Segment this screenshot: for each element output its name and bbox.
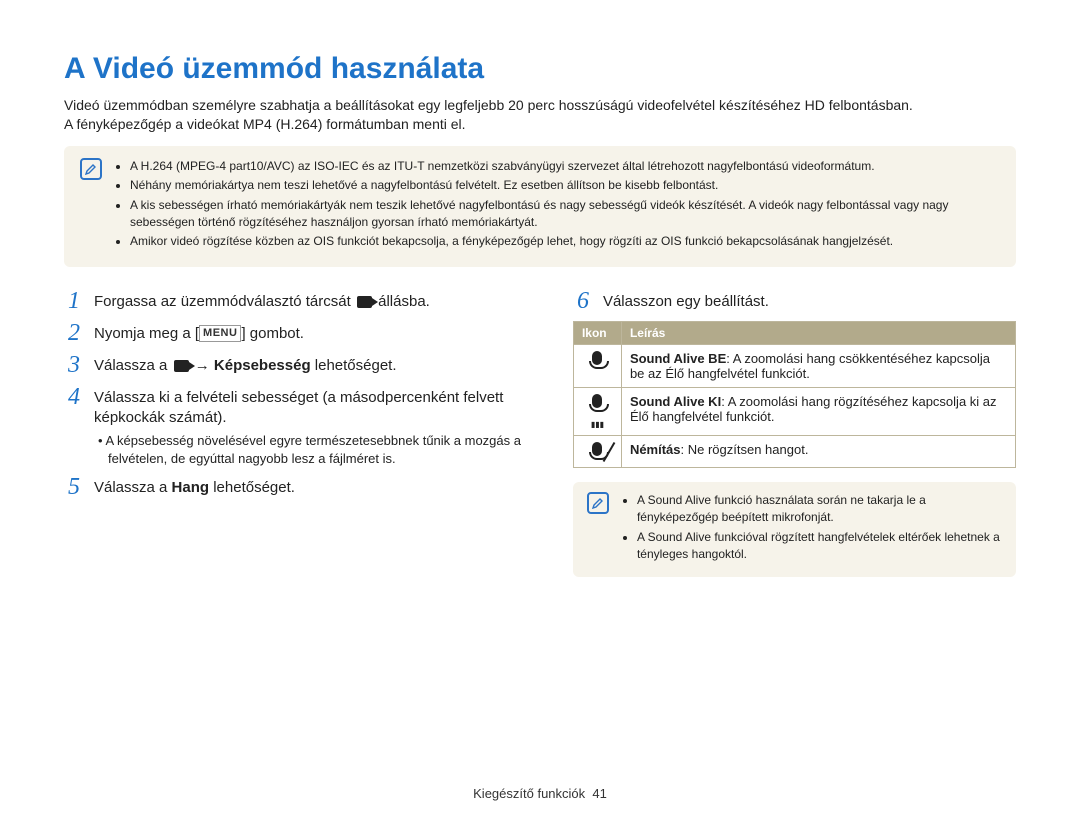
right-column: 6 Válasszon egy beállítást. Ikon Leírás … <box>573 289 1016 578</box>
intro-line1: Videó üzemmódban személyre szabhatja a b… <box>64 97 913 113</box>
pencil-note-icon <box>80 158 102 180</box>
menu-button-label: MENU <box>199 325 241 342</box>
content-columns: 1 Forgassa az üzemmódválasztó tárcsát ál… <box>64 289 1016 578</box>
table-row: Némítás: Ne rögzítsen hangot. <box>573 435 1015 467</box>
step-number: 5 <box>64 475 84 499</box>
pencil-note-icon <box>587 492 609 514</box>
page-footer: Kiegészítő funkciók 41 <box>0 786 1080 801</box>
table-row: Sound Alive BE: A zoomolási hang csökken… <box>573 344 1015 387</box>
note-item: Néhány memóriakártya nem teszi lehetővé … <box>130 177 1000 194</box>
note-item: A H.264 (MPEG-4 part10/AVC) az ISO-IEC é… <box>130 158 1000 175</box>
step-text: Nyomja meg a [MENU] gombot. <box>94 321 304 345</box>
table-row: ▮▮▮ Sound Alive KI: A zoomolási hang rög… <box>573 387 1015 435</box>
table-head-desc: Leírás <box>621 321 1015 344</box>
note-box: A H.264 (MPEG-4 part10/AVC) az ISO-IEC é… <box>64 146 1016 267</box>
note-list-small: A Sound Alive funkció használata során n… <box>619 492 1002 566</box>
footer-page-number: 41 <box>592 786 606 801</box>
page-title: A Videó üzemmód használata <box>64 52 1016 86</box>
step-5: 5 Válassza a Hang lehetőséget. <box>64 475 537 499</box>
step-3: 3 Válassza a → Képsebesség lehetőséget. <box>64 353 537 377</box>
intro-line2: A fényképezőgép a videókat MP4 (H.264) f… <box>64 116 466 132</box>
settings-table: Ikon Leírás Sound Alive BE: A zoomolási … <box>573 321 1016 468</box>
mic-mute-icon <box>573 435 621 467</box>
page: A Videó üzemmód használata Videó üzemmód… <box>0 0 1080 597</box>
table-head-icon: Ikon <box>573 321 621 344</box>
video-mode-icon <box>357 296 372 308</box>
mic-on-icon <box>573 344 621 387</box>
mic-alt-icon: ▮▮▮ <box>573 387 621 435</box>
step-6: 6 Válasszon egy beállítást. <box>573 289 1016 313</box>
step-4: 4 Válassza ki a felvételi sebességet (a … <box>64 385 537 468</box>
step-text: Válasszon egy beállítást. <box>603 289 769 313</box>
note-box-small: A Sound Alive funkció használata során n… <box>573 482 1016 578</box>
step-text: Válassza a Hang lehetőséget. <box>94 475 295 499</box>
step-text: Válassza a → Képsebesség lehetőséget. <box>94 353 397 377</box>
intro-paragraph: Videó üzemmódban személyre szabhatja a b… <box>64 96 1016 134</box>
video-mode-icon <box>174 360 189 372</box>
step-1: 1 Forgassa az üzemmódválasztó tárcsát ál… <box>64 289 537 313</box>
step-text: Válassza ki a felvételi sebességet (a má… <box>94 385 537 468</box>
note-item: Amikor videó rögzítése közben az OIS fun… <box>130 233 1000 250</box>
step-number: 4 <box>64 385 84 468</box>
step-number: 3 <box>64 353 84 377</box>
step-number: 2 <box>64 321 84 345</box>
left-column: 1 Forgassa az üzemmódválasztó tárcsát ál… <box>64 289 537 578</box>
step-number: 1 <box>64 289 84 313</box>
step-subtext: • A képsebesség növelésével egyre termés… <box>94 432 537 467</box>
note-item: A Sound Alive funkció használata során n… <box>637 492 1002 527</box>
table-desc: Sound Alive KI: A zoomolási hang rögzíté… <box>621 387 1015 435</box>
note-item: A kis sebességen írható memóriakártyák n… <box>130 197 1000 232</box>
step-text: Forgassa az üzemmódválasztó tárcsát állá… <box>94 289 430 313</box>
step-number: 6 <box>573 289 593 313</box>
note-list: A H.264 (MPEG-4 part10/AVC) az ISO-IEC é… <box>112 158 1000 253</box>
footer-section: Kiegészítő funkciók <box>473 786 585 801</box>
table-desc: Némítás: Ne rögzítsen hangot. <box>621 435 1015 467</box>
note-item: A Sound Alive funkcióval rögzített hangf… <box>637 529 1002 564</box>
step-2: 2 Nyomja meg a [MENU] gombot. <box>64 321 537 345</box>
table-desc: Sound Alive BE: A zoomolási hang csökken… <box>621 344 1015 387</box>
